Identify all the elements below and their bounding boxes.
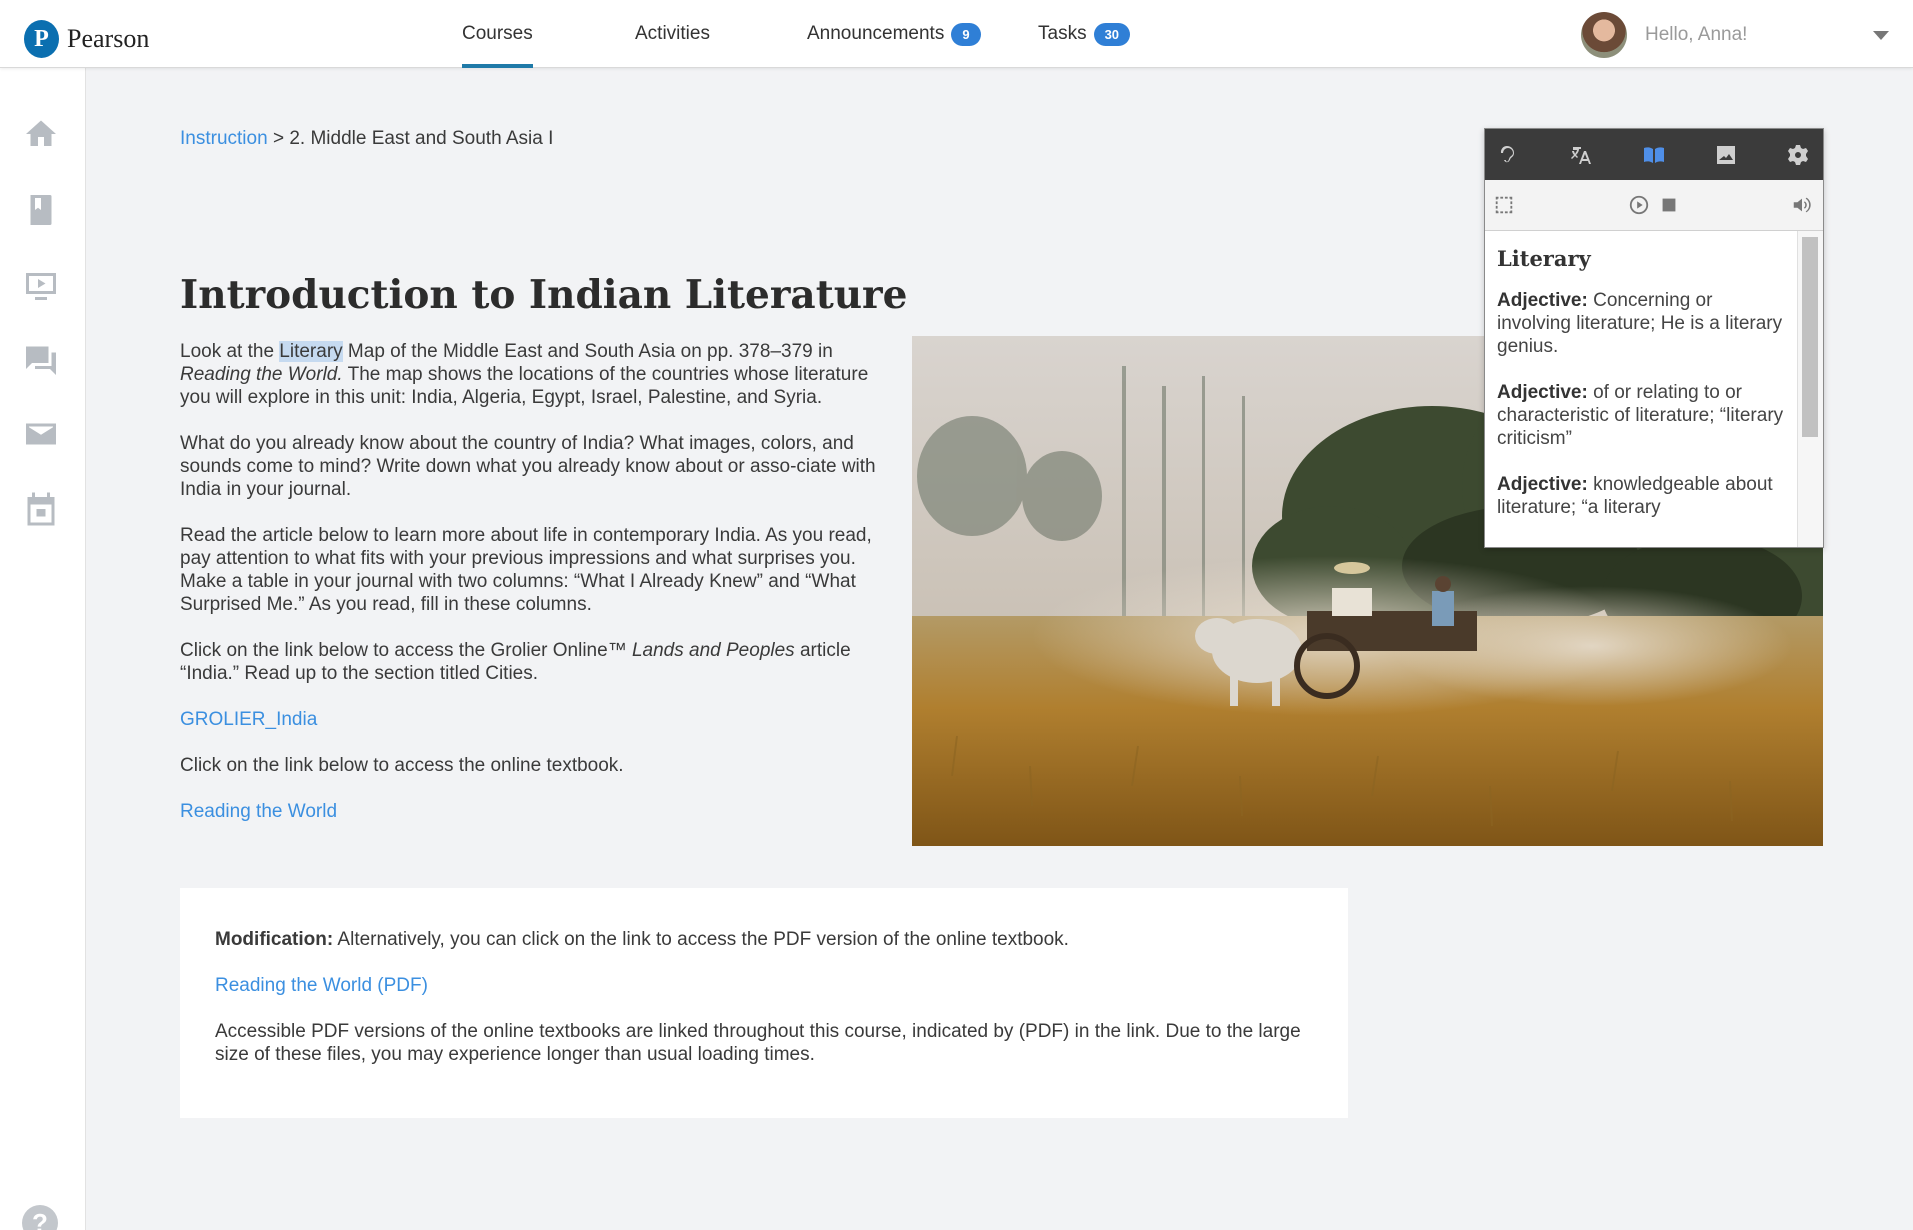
- highlighted-word[interactable]: Literary: [279, 341, 343, 362]
- reading-the-world-pdf-link[interactable]: Reading the World (PDF): [215, 975, 428, 996]
- scrollbar-thumb[interactable]: [1802, 237, 1818, 437]
- reading-tools-controls: [1485, 180, 1823, 231]
- nav-tab-label: Courses: [462, 23, 533, 44]
- mail-icon[interactable]: [23, 416, 59, 452]
- nav-tab-label: Tasks: [1038, 23, 1087, 44]
- definition-scrollbar[interactable]: [1797, 231, 1823, 547]
- nav-tab-announcements[interactable]: Announcements 9: [807, 0, 981, 68]
- reading-tools-toolbar: [1485, 129, 1823, 180]
- breadcrumb-separator: >: [272, 128, 285, 149]
- chevron-down-icon[interactable]: [1873, 30, 1889, 40]
- home-icon[interactable]: [23, 116, 59, 152]
- part-of-speech: Adjective:: [1497, 382, 1588, 403]
- article-source-title: Lands and Peoples: [631, 640, 795, 661]
- part-of-speech: Adjective:: [1497, 474, 1588, 495]
- nav-tab-activities[interactable]: Activities: [635, 0, 710, 68]
- paragraph: Read the article below to learn more abo…: [180, 525, 872, 615]
- modification-label: Modification:: [215, 929, 334, 950]
- brand-name: Pearson: [67, 24, 150, 53]
- listen-icon[interactable]: [1497, 142, 1523, 168]
- volume-icon[interactable]: [1791, 194, 1813, 216]
- user-menu[interactable]: Hello, Anna!: [1581, 12, 1889, 58]
- video-icon[interactable]: [23, 267, 59, 303]
- play-icon[interactable]: [1628, 194, 1650, 216]
- dictionary-definition: Literary Adjective: Concerning or involv…: [1497, 247, 1787, 542]
- text: Alternatively, you can click on the link…: [333, 929, 1069, 950]
- reading-the-world-link[interactable]: Reading the World: [180, 801, 337, 822]
- book-icon[interactable]: [23, 192, 59, 228]
- definition-item: Adjective: knowledgeable about literatur…: [1497, 473, 1787, 519]
- defined-word: Literary: [1497, 246, 1591, 271]
- pearson-logo[interactable]: P Pearson: [24, 20, 149, 58]
- nav-tab-tasks[interactable]: Tasks 30: [1038, 0, 1131, 68]
- calendar-icon[interactable]: [23, 491, 59, 527]
- dictionary-icon[interactable]: [1641, 142, 1667, 168]
- select-area-icon[interactable]: [1493, 194, 1515, 216]
- book-title: Reading the World.: [180, 364, 343, 385]
- avatar: [1581, 12, 1627, 58]
- stop-icon[interactable]: [1658, 194, 1680, 216]
- definition-item: Adjective: Concerning or involving liter…: [1497, 289, 1787, 358]
- modification-callout: Modification: Alternatively, you can cli…: [180, 888, 1348, 1118]
- user-greeting: Hello, Anna!: [1645, 24, 1748, 45]
- breadcrumb-current: 2. Middle East and South Asia I: [289, 128, 554, 149]
- paragraph: Click on the link below to access the Gr…: [180, 639, 890, 685]
- nav-tab-label: Announcements: [807, 23, 945, 44]
- picture-icon[interactable]: [1713, 142, 1739, 168]
- modification-paragraph: Modification: Alternatively, you can cli…: [215, 928, 1313, 951]
- pearson-logo-mark: P: [24, 20, 59, 58]
- help-icon[interactable]: ?: [22, 1205, 58, 1230]
- tasks-count-badge: 30: [1093, 22, 1131, 46]
- translate-icon[interactable]: [1569, 142, 1595, 168]
- reading-tools-panel: Literary Adjective: Concerning or involv…: [1484, 128, 1824, 548]
- settings-icon[interactable]: [1785, 142, 1811, 168]
- lesson-body: Look at the Literary Map of the Middle E…: [180, 340, 890, 846]
- paragraph: What do you already know about the count…: [180, 433, 876, 500]
- part-of-speech: Adjective:: [1497, 290, 1588, 311]
- pdf-note: Accessible PDF versions of the online te…: [215, 1021, 1301, 1065]
- paragraph: Look at the Literary Map of the Middle E…: [180, 340, 890, 409]
- definition-item: Adjective: of or relating to or characte…: [1497, 381, 1787, 450]
- top-nav-bar: P Pearson Courses Activities Announcemen…: [0, 0, 1913, 68]
- breadcrumb: Instruction > 2. Middle East and South A…: [180, 128, 553, 150]
- nav-tab-label: Activities: [635, 23, 710, 44]
- grolier-india-link[interactable]: GROLIER_India: [180, 709, 317, 730]
- text: Look at the: [180, 341, 280, 362]
- text: Map of the Middle East and South Asia on…: [342, 341, 833, 362]
- breadcrumb-link-instruction[interactable]: Instruction: [180, 128, 268, 149]
- paragraph: Click on the link below to access the on…: [180, 755, 624, 776]
- announcements-count-badge: 9: [951, 22, 981, 46]
- page-title: Introduction to Indian Literature: [180, 272, 908, 318]
- chat-icon[interactable]: [23, 342, 59, 378]
- text: Click on the link below to access the Gr…: [180, 640, 632, 661]
- left-sidebar: ?: [0, 68, 86, 1230]
- nav-tab-courses[interactable]: Courses: [462, 0, 533, 68]
